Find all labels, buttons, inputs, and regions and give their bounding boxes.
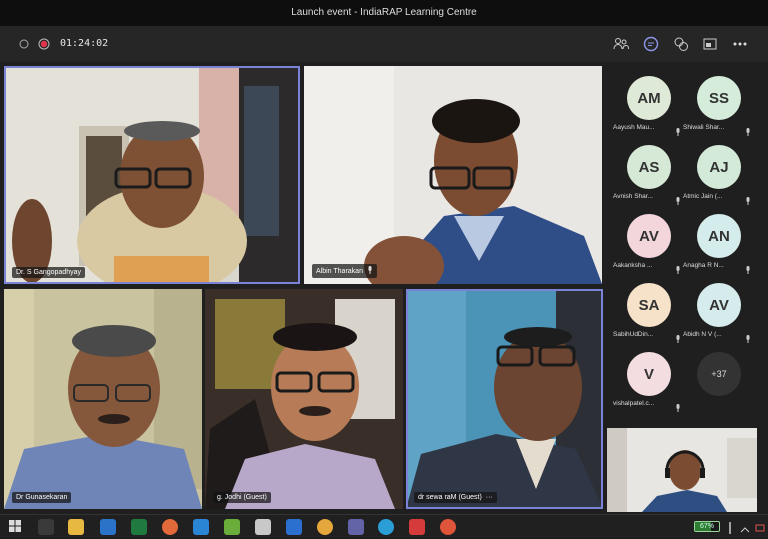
- people-icon[interactable]: [611, 34, 631, 54]
- meeting-window: Launch event - IndiaRAP Learning Centre …: [0, 0, 768, 538]
- avatar: AS: [627, 145, 671, 189]
- mic-muted-icon: [675, 123, 681, 141]
- participant-name: SabihUdDin...: [613, 331, 654, 338]
- chevron-up-icon[interactable]: [740, 521, 750, 533]
- participant-name-tag: Albin Tharakan: [312, 264, 377, 278]
- participant-item[interactable]: AJ Atmic Jain (...: [683, 141, 753, 205]
- avatar: AV: [697, 283, 741, 327]
- windows-start-icon[interactable]: [8, 519, 24, 535]
- participant-name: Anagha R N...: [683, 262, 724, 269]
- participant-name-tag: g. Jodhi (Guest): [213, 492, 271, 503]
- video-tile-gunasekaran[interactable]: Dr Gunasekaran: [4, 289, 202, 509]
- participant-item[interactable]: SS Shiwali Shar...: [683, 72, 753, 136]
- participant-item[interactable]: SA SabihUdDin...: [613, 279, 683, 343]
- participant-name-tag: Dr. S Gangopadhyay: [12, 267, 85, 278]
- mic-muted-icon: [675, 192, 681, 210]
- participant-item[interactable]: AV Aakanksha ...: [613, 210, 683, 274]
- meeting-timer: 01:24:02: [60, 38, 109, 49]
- participant-item[interactable]: V vishalpatel.c...: [613, 348, 683, 412]
- avatar: AM: [627, 76, 671, 120]
- firefox-icon[interactable]: [162, 519, 178, 535]
- video-tile-tharakan[interactable]: Albin Tharakan: [304, 66, 602, 284]
- participant-item[interactable]: AS Avnish Shar...: [613, 141, 683, 205]
- battery-percent: 67%: [699, 523, 714, 530]
- participant-roster: AM Aayush Mau... SS Shiwali Shar... AS A…: [605, 62, 768, 426]
- participant-video: [4, 289, 202, 509]
- teams-icon[interactable]: [348, 519, 364, 535]
- app-icon[interactable]: [255, 519, 271, 535]
- participant-name-tag: Dr Gunasekaran: [12, 492, 72, 503]
- recording-icon: [34, 34, 54, 54]
- avatar: SS: [697, 76, 741, 120]
- participant-name-tag: dr sewa raM (Guest) ···: [414, 492, 497, 503]
- participant-item[interactable]: AM Aayush Mau...: [613, 72, 683, 136]
- more-options-icon[interactable]: [730, 34, 750, 54]
- app-icon[interactable]: [193, 519, 209, 535]
- video-tile-gangopadhyay[interactable]: Dr. S Gangopadhyay: [4, 66, 300, 284]
- mic-muted-icon: [745, 123, 751, 141]
- self-video: [607, 428, 757, 512]
- shield-icon: [14, 34, 34, 54]
- more-participants-count: +37: [697, 352, 741, 396]
- mic-muted-icon: [745, 261, 751, 279]
- window-title: Launch event - IndiaRAP Learning Centre: [291, 7, 477, 18]
- app-icon[interactable]: [440, 519, 456, 535]
- network-icon[interactable]: [755, 521, 765, 533]
- more-options-icon[interactable]: ···: [486, 494, 493, 501]
- excel-icon[interactable]: [131, 519, 147, 535]
- participant-name: Abidh N V (...: [683, 331, 722, 338]
- battery-indicator[interactable]: 67%: [694, 521, 720, 532]
- avatar: AV: [627, 214, 671, 258]
- participant-name: Dr Gunasekaran: [16, 494, 68, 501]
- participant-video: [205, 289, 403, 509]
- mic-muted-icon: [675, 399, 681, 417]
- view-icon[interactable]: [700, 34, 720, 54]
- participant-name: vishalpatel.c...: [613, 400, 655, 407]
- participant-name: g. Jodhi (Guest): [217, 494, 267, 501]
- app-icon[interactable]: [317, 519, 333, 535]
- chat-icon[interactable]: [641, 34, 661, 54]
- meeting-toolbar: 01:24:02: [0, 26, 768, 62]
- participant-name: Atmic Jain (...: [683, 193, 723, 200]
- task-view-icon[interactable]: [38, 519, 54, 535]
- participant-item[interactable]: AN Anagha R N...: [683, 210, 753, 274]
- edge-icon[interactable]: [378, 519, 394, 535]
- video-tile-jodhi[interactable]: g. Jodhi (Guest): [205, 289, 403, 509]
- mic-muted-icon: [675, 261, 681, 279]
- more-participants[interactable]: +37: [683, 348, 753, 412]
- participant-name: Shiwali Shar...: [683, 124, 725, 131]
- file-explorer-icon[interactable]: [68, 519, 84, 535]
- reactions-icon[interactable]: [671, 34, 691, 54]
- participant-name: Aayush Mau...: [613, 124, 655, 131]
- self-view-tile[interactable]: [607, 428, 757, 512]
- participant-name: Albin Tharakan: [316, 267, 363, 275]
- video-tile-sewaram[interactable]: dr sewa raM (Guest) ···: [406, 289, 603, 509]
- participant-name: Dr. S Gangopadhyay: [16, 269, 81, 276]
- outlook-icon[interactable]: [286, 519, 302, 535]
- app-icon[interactable]: [224, 519, 240, 535]
- mic-muted-icon: [367, 266, 373, 276]
- participant-name: Avnish Shar...: [613, 193, 653, 200]
- mic-muted-icon: [675, 330, 681, 348]
- avatar: SA: [627, 283, 671, 327]
- participant-name: Aakanksha ...: [613, 262, 653, 269]
- participant-item[interactable]: AV Abidh N V (...: [683, 279, 753, 343]
- outlook-icon[interactable]: [100, 519, 116, 535]
- windows-taskbar: 67%: [0, 514, 768, 538]
- mic-muted-icon: [745, 330, 751, 348]
- participant-name: dr sewa raM (Guest): [418, 494, 482, 501]
- acrobat-icon[interactable]: [409, 519, 425, 535]
- mic-muted-icon: [745, 192, 751, 210]
- participant-video: [304, 66, 602, 284]
- title-bar: Launch event - IndiaRAP Learning Centre: [0, 0, 768, 26]
- avatar: AN: [697, 214, 741, 258]
- participant-video: [4, 66, 300, 284]
- avatar: V: [627, 352, 671, 396]
- participant-video: [406, 289, 603, 509]
- avatar: AJ: [697, 145, 741, 189]
- pen-icon[interactable]: [726, 521, 736, 534]
